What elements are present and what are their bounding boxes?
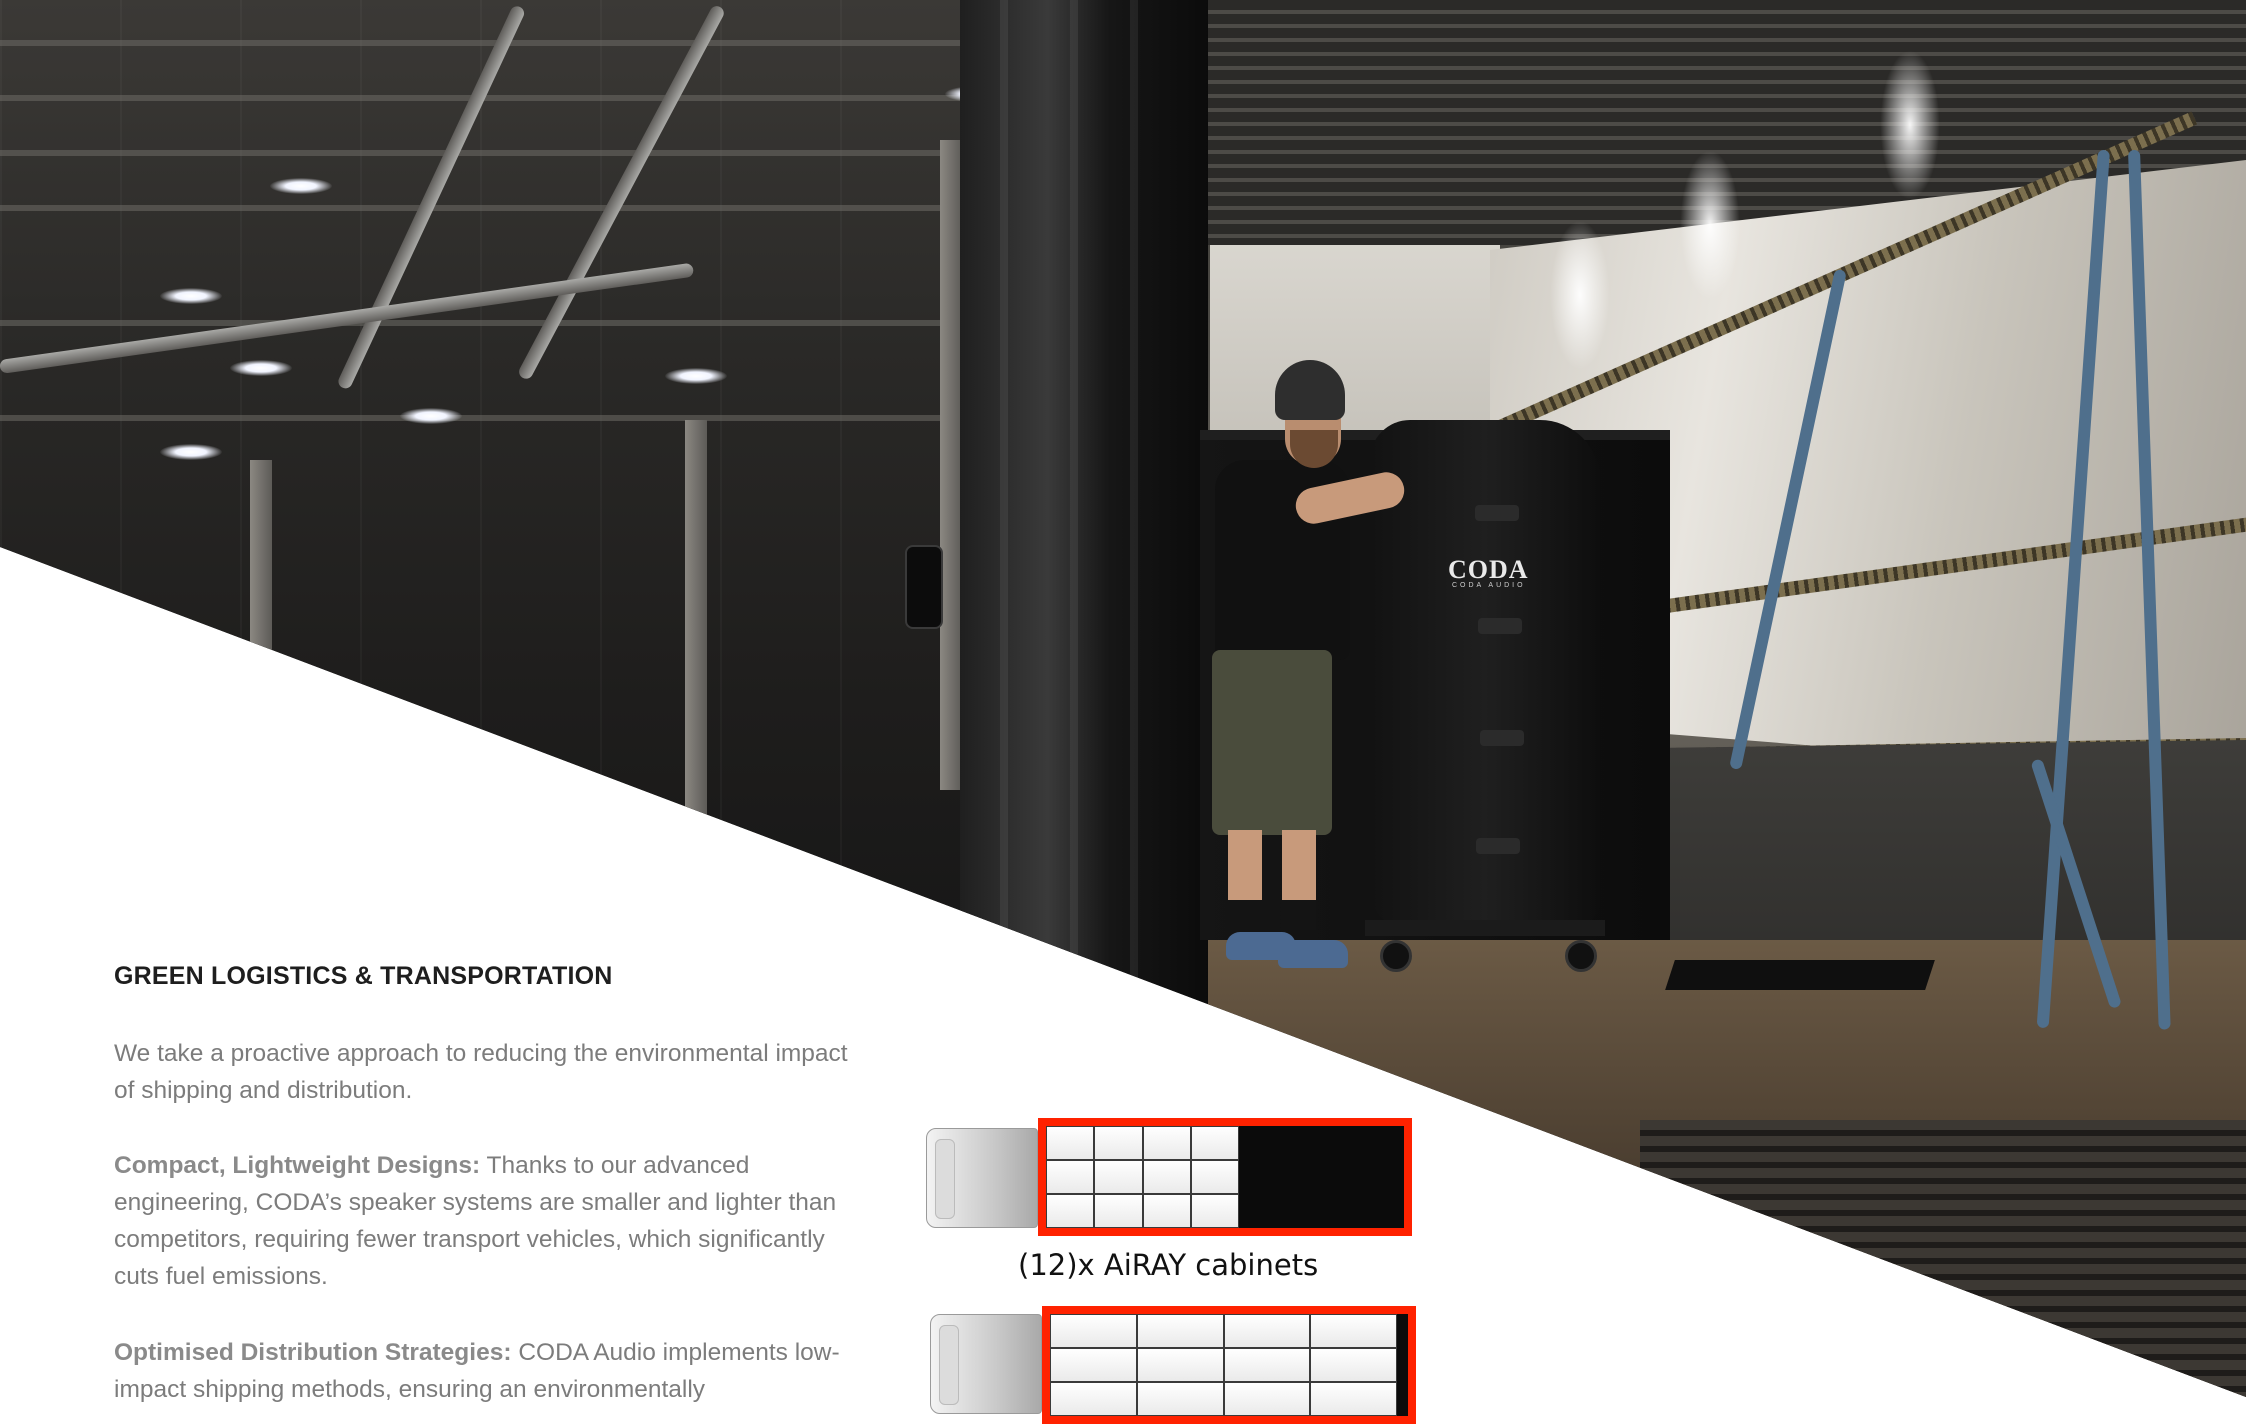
ceiling-pipe	[0, 262, 695, 374]
cabinet-cell	[1136, 1382, 1224, 1416]
dolly-cart	[1365, 920, 1605, 936]
wall-light	[1550, 220, 1610, 370]
worker-shoe	[1278, 940, 1348, 968]
cabinet-grid	[1046, 1126, 1239, 1228]
cabinet-cell	[1136, 1348, 1224, 1382]
cabinet-cell	[1050, 1348, 1137, 1382]
bag-handle	[1478, 618, 1522, 634]
truck-mirror	[905, 545, 943, 629]
warehouse-column	[250, 460, 272, 700]
cabinet-cell	[1094, 1160, 1143, 1194]
ceiling-beam	[0, 205, 1000, 211]
warehouse-column	[685, 420, 707, 840]
cabinet-cell	[1190, 1194, 1239, 1228]
ceiling-beam	[0, 95, 1000, 101]
point-heading: Compact, Lightweight Designs:	[114, 1152, 481, 1179]
point-heading: Optimised Distribution Strategies:	[114, 1339, 512, 1366]
cabinet-cell	[1190, 1160, 1239, 1194]
ceiling-lamp	[160, 444, 222, 460]
warehouse-column	[940, 140, 962, 790]
cab-window	[935, 1138, 955, 1220]
ceiling-beam	[0, 150, 1000, 156]
ceiling-pipe	[336, 4, 527, 391]
cabinet-cell	[1223, 1348, 1311, 1382]
cart-wheel	[1380, 940, 1412, 972]
cabinet-cell	[1050, 1314, 1137, 1348]
ceiling-lamp	[665, 368, 727, 384]
cabinet-grid	[1050, 1314, 1397, 1416]
cart-wheel	[1565, 940, 1597, 972]
truck-cab	[930, 1314, 1042, 1414]
loading-ramp	[1640, 1120, 2246, 1397]
worker-sock	[1228, 900, 1262, 930]
cabinet-cell	[1223, 1314, 1311, 1348]
point-paragraph-compact-designs: Compact, Lightweight Designs: Thanks to …	[114, 1147, 874, 1295]
truck-rib	[1070, 0, 1078, 1010]
ceiling-lamp	[400, 408, 462, 424]
section-title: GREEN LOGISTICS & TRANSPORTATION	[114, 962, 613, 990]
truck-cab	[926, 1128, 1038, 1228]
cargo-area	[1038, 1118, 1412, 1236]
intro-paragraph: We take a proactive approach to reducing…	[114, 1040, 848, 1104]
cabinet-cell	[1046, 1160, 1095, 1194]
truck-rib	[1000, 0, 1008, 1010]
cab-window	[939, 1324, 959, 1406]
bag-handle	[1475, 505, 1519, 521]
cabinet-cell	[1094, 1194, 1143, 1228]
ceiling-beam	[0, 415, 1000, 421]
cargo-area	[1042, 1306, 1416, 1424]
cabinet-cell	[1310, 1382, 1397, 1416]
cabinet-cell	[1046, 1194, 1095, 1228]
bag-handle	[1476, 838, 1520, 854]
bag-logo: CODA	[1448, 555, 1529, 584]
worker-sock	[1282, 900, 1316, 930]
ceiling-lamp	[230, 360, 292, 376]
cabinet-cell	[1142, 1160, 1191, 1194]
cabinet-cell	[1223, 1382, 1311, 1416]
ceiling-lamp	[160, 288, 222, 304]
wall-light	[1880, 50, 1940, 200]
truck-rib	[1130, 0, 1138, 1010]
ceiling-lamp	[270, 178, 332, 194]
cabinet-cell	[1046, 1126, 1095, 1160]
worker-shorts	[1212, 650, 1332, 835]
cabinet-cell	[1050, 1382, 1137, 1416]
bag-handle	[1480, 730, 1524, 746]
floor-plate	[1665, 960, 1935, 990]
cabinet-cell	[1136, 1314, 1224, 1348]
wall-light	[1680, 150, 1740, 300]
cabinet-cell	[1310, 1314, 1397, 1348]
ceiling-beam	[0, 320, 1000, 326]
cabinet-cell	[1142, 1126, 1191, 1160]
bag-logo-subtitle: CODA AUDIO	[1452, 582, 1526, 589]
warehouse-background	[0, 0, 1090, 1000]
cabinet-cell	[1142, 1194, 1191, 1228]
cabinet-cell	[1190, 1126, 1239, 1160]
truck-side-panel	[960, 0, 1210, 1010]
cabinet-cell	[1310, 1348, 1397, 1382]
cabinet-cell	[1094, 1126, 1143, 1160]
truck-caption: (12)x AiRAY cabinets	[1018, 1248, 1319, 1282]
